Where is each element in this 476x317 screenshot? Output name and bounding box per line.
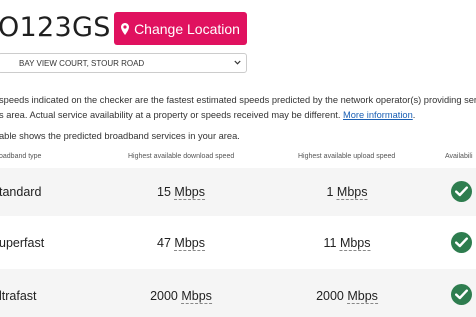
disclaimer-line-2-end: .	[412, 110, 416, 120]
header-download-speed: Highest available download speed	[128, 153, 235, 160]
row-upload-speed: 11 Mbps	[323, 236, 371, 251]
header-upload-speed: Highest available upload speed	[298, 153, 396, 160]
table-row: tandard 15 Mbps 1 Mbps	[0, 168, 476, 216]
more-information-link[interactable]: More information	[343, 110, 413, 120]
download-value: 15	[157, 185, 171, 199]
address-select[interactable]: BAY VIEW COURT, STOUR ROAD	[0, 53, 247, 73]
row-broadband-type: uperfast	[0, 236, 45, 250]
check-circle-icon	[451, 181, 472, 202]
address-select-value: BAY VIEW COURT, STOUR ROAD	[19, 58, 145, 68]
row-download-speed: 15 Mbps	[157, 185, 205, 200]
chevron-down-icon	[234, 60, 241, 65]
disclaimer-line-2-text: s area. Actual service availability at a…	[0, 110, 343, 120]
map-marker-icon	[121, 22, 130, 35]
table-row: uperfast 47 Mbps 11 Mbps	[0, 218, 476, 266]
header-broadband-type: oadband type	[0, 153, 42, 160]
row-download-speed: 2000 Mbps	[150, 289, 212, 304]
header-availability: Availabili	[445, 153, 473, 160]
upload-unit: Mbps	[347, 289, 378, 304]
upload-unit: Mbps	[336, 185, 368, 200]
download-unit: Mbps	[174, 185, 205, 200]
disclaimer-line-2: s area. Actual service availability at a…	[0, 108, 476, 123]
download-unit: Mbps	[181, 289, 212, 304]
row-broadband-type: tandard	[0, 185, 42, 199]
row-broadband-type: ltrafast	[0, 289, 37, 303]
check-circle-icon	[451, 232, 472, 253]
download-unit: Mbps	[174, 236, 205, 251]
row-download-speed: 47 Mbps	[157, 236, 205, 251]
download-value: 47	[157, 236, 171, 250]
speed-disclaimer: speeds indicated on the checker are the …	[0, 93, 476, 123]
change-location-label: Change Location	[134, 20, 240, 37]
change-location-button[interactable]: Change Location	[114, 12, 247, 45]
upload-value: 1	[326, 185, 334, 199]
table-row: ltrafast 2000 Mbps 2000 Mbps	[0, 269, 476, 317]
disclaimer-line-1: speeds indicated on the checker are the …	[0, 95, 476, 105]
check-circle-icon	[451, 284, 472, 305]
row-upload-speed: 2000 Mbps	[316, 289, 378, 304]
upload-unit: Mbps	[339, 236, 371, 251]
upload-value: 2000	[316, 289, 344, 303]
row-upload-speed: 1 Mbps	[326, 185, 368, 200]
download-value: 2000	[150, 289, 178, 303]
postcode-heading: O123GS	[0, 12, 111, 43]
table-intro: able shows the predicted broadband servi…	[0, 131, 240, 141]
upload-value: 11	[323, 236, 337, 250]
